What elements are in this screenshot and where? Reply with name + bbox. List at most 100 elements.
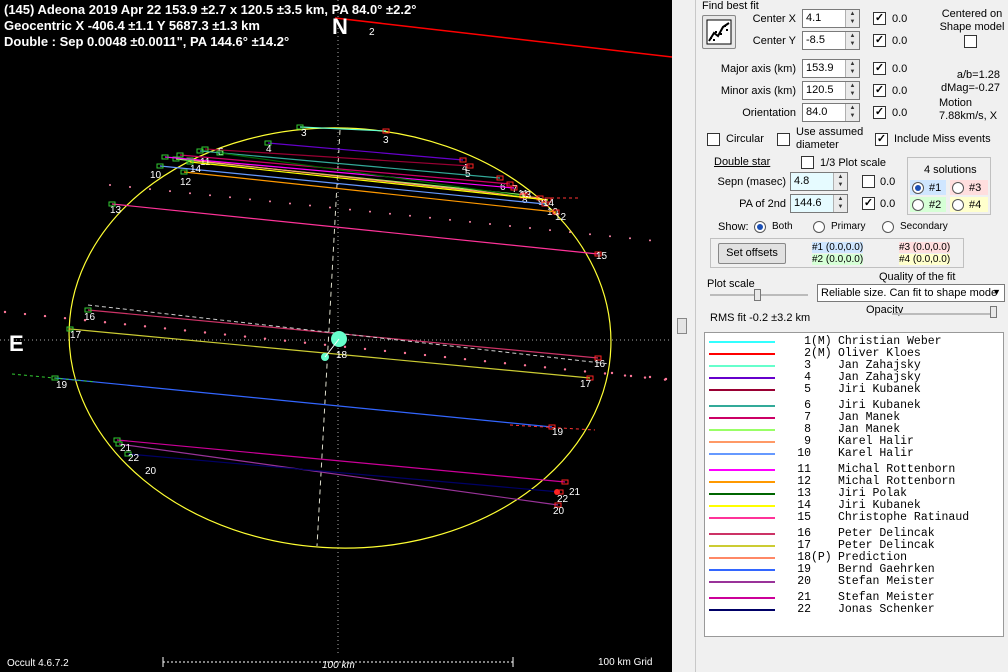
quality-label: Quality of the fit [879,271,956,283]
legend-line-swatch [709,417,775,419]
chord-label-right: 15 [596,251,608,262]
legend-line-swatch [709,481,775,483]
plot-canvas[interactable]: 2334455678910101111121213131414151616171… [0,0,672,672]
find-best-fit-button[interactable] [702,15,736,49]
center-x-input[interactable]: 4.1 ▲ ▼ [802,9,860,28]
chord-label-left: 19 [56,380,68,391]
legend-line-swatch [709,365,775,367]
legend-row-10[interactable]: 10 Karel Halir [705,448,1003,460]
legend-line-swatch [709,517,775,519]
show-both-radio[interactable] [754,221,766,233]
sepn-input[interactable]: 4.8 ▲ ▼ [790,172,848,191]
major-axis-checkbox[interactable]: ✓ [873,62,886,75]
prediction-dot [183,329,187,332]
show-secondary-radio[interactable] [882,221,894,233]
chord-label-left: 17 [70,330,82,341]
legend-flag: (M) [811,347,832,360]
include-miss-checkbox[interactable]: ✓ [875,133,888,146]
chord-label-left: 13 [110,205,122,216]
prediction-dot [209,194,211,197]
find-best-fit-label: Find best fit [702,0,759,12]
spin-arrows-icon: ▲ ▼ [833,173,847,190]
solution-4-radio[interactable] [952,199,964,211]
spin-arrows-icon: ▲ ▼ [833,195,847,212]
double-star-label: Double star [714,156,771,168]
pa2-label: PA of 2nd [739,198,786,210]
show-primary-radio[interactable] [813,221,825,233]
occultation-plot[interactable]: 2334455678910101111121213131414151616171… [0,0,672,672]
solution-2-radio[interactable] [912,199,924,211]
prediction-dot [363,347,367,351]
prediction-dot [243,335,247,338]
use-assumed-label: Use assumed diameter [796,126,864,151]
chord-label-left: 12 [180,177,192,188]
prediction-dot [309,204,311,207]
fit-chart-icon [706,19,732,45]
legend-line-swatch [709,453,775,455]
plot-scale-slider[interactable] [754,289,761,301]
solution-2-label: #2 [929,199,942,211]
major-axis-input[interactable]: 153.9 ▲ ▼ [802,59,860,78]
solution-3-radio[interactable] [952,182,964,194]
center-y-step: 0.0 [892,35,908,47]
solution-1-radio[interactable] [912,182,924,194]
prediction-dot [189,192,191,195]
prediction-dot [403,351,407,355]
legend-row-22[interactable]: 22 Jonas Schenker [705,604,1003,616]
prediction-dot [229,196,231,199]
show-label: Show: [718,221,749,233]
prediction-dot [429,216,431,219]
prediction-dot [583,370,587,373]
chord-label-left: 3 [301,128,307,139]
pa2-checkbox[interactable]: ✓ [862,197,875,210]
motion-label: Motion [939,97,973,109]
orientation-checkbox[interactable]: ✓ [873,106,886,119]
prediction-dot [143,325,147,328]
legend-row-20[interactable]: 20 Stefan Meister [705,576,1003,588]
set-offsets-button[interactable]: Set offsets [718,243,786,264]
offset-2: #2 (0.0,0.0) [812,254,864,265]
plot-scale-label: Plot scale [707,278,755,290]
prediction-dot [563,368,567,371]
quality-select[interactable]: Reliable size. Can fit to shape mode ▼ [817,284,1005,302]
prediction-dot [109,184,111,186]
circular-checkbox[interactable] [707,133,720,146]
splitter[interactable] [672,0,696,672]
header-line-3: Double : Sep 0.0048 ±0.0011", PA 144.6° … [4,34,290,49]
prediction-dot [63,316,67,320]
legend-line-swatch [709,341,775,343]
prediction-dot [323,343,327,346]
splitter-handle[interactable] [677,318,687,334]
prediction-dot [623,374,627,377]
use-assumed-checkbox[interactable] [777,133,790,146]
legend-row-5[interactable]: 5 Jiri Kubanek [705,384,1003,396]
prediction-dot [343,345,347,349]
legend-line-swatch [709,441,775,443]
prediction-dot [3,310,7,314]
prediction-dot [83,319,87,322]
chord-label-right: 21 [569,487,581,498]
ab-ratio: a/b=1.28 [956,69,1000,81]
legend-row-15[interactable]: 15 Christophe Ratinaud [705,512,1003,524]
chord-label-right: 12 [555,212,567,223]
center-x-checkbox[interactable]: ✓ [873,12,886,25]
center-y-input[interactable]: -8.5 ▲ ▼ [802,31,860,50]
spin-arrows-icon: ▲ ▼ [845,60,859,77]
center-y-checkbox[interactable]: ✓ [873,34,886,47]
orientation-input[interactable]: 84.0 ▲ ▼ [802,103,860,122]
sepn-checkbox[interactable] [862,175,875,188]
center-x-step: 0.0 [892,13,908,25]
third-plot-scale-checkbox[interactable] [801,156,814,169]
minor-axis-input[interactable]: 120.5 ▲ ▼ [802,81,860,100]
chord-label-left: 22 [128,453,140,464]
minor-axis-checkbox[interactable]: ✓ [873,84,886,97]
observer-legend[interactable]: 1 (M) Christian Weber 2 (M) Oliver Kloes 3 Jan … [704,332,1004,637]
prediction-dot [509,225,511,227]
prediction-dot [369,210,371,213]
centered-on-shape-checkbox[interactable] [964,35,977,48]
prediction-dot [169,190,171,193]
pa2-input[interactable]: 144.6 ▲ ▼ [790,194,848,213]
header-line-2: Geocentric X -406.4 ±1.1 Y 5687.3 ±1.3 k… [4,18,260,33]
opacity-slider[interactable] [990,306,997,318]
legend-line-swatch [709,389,775,391]
